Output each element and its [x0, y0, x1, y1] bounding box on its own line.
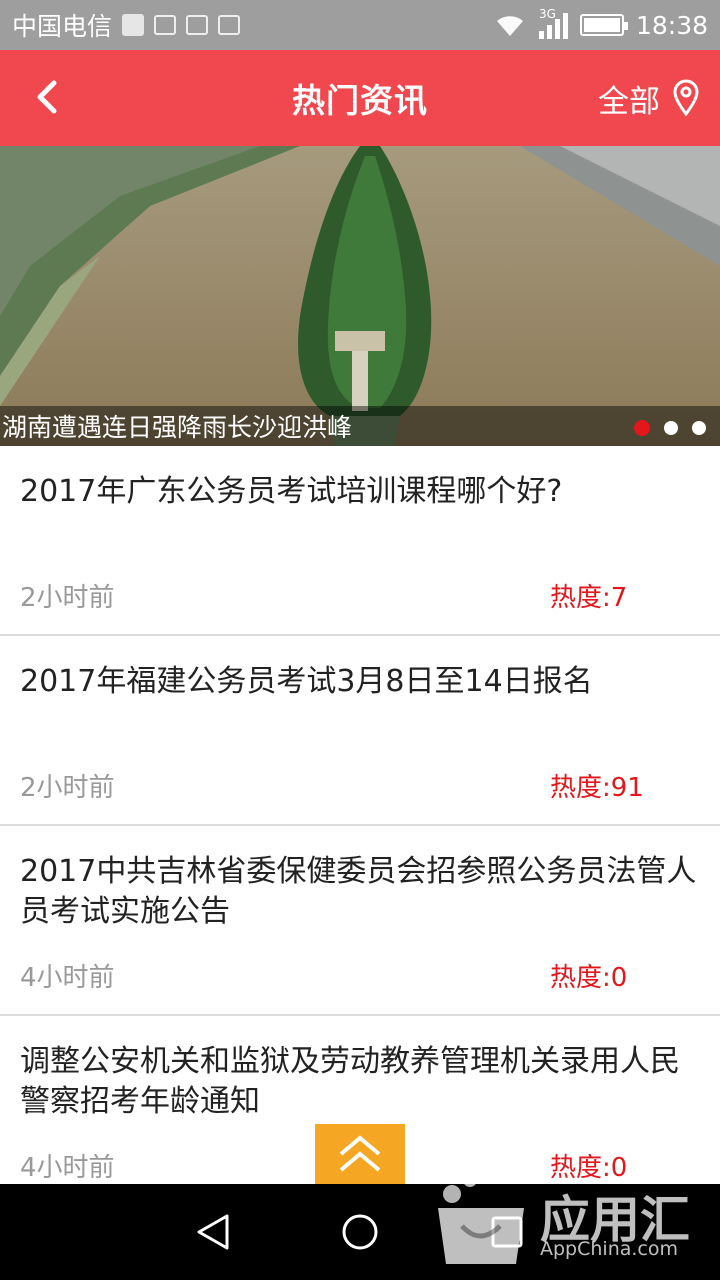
news-heat: 热度:0	[550, 1153, 628, 1183]
clock: 18:38	[635, 10, 708, 40]
news-list: 2017年广东公务员考试培训课程哪个好? 2小时前 热度:7 2017年福建公务…	[0, 446, 720, 1206]
image-notification-icon	[154, 15, 177, 35]
nav-recents-button[interactable]	[483, 1208, 531, 1256]
region-selector[interactable]: 全部	[598, 50, 700, 146]
keyboard-notification-icon	[218, 15, 241, 35]
news-heat: 热度:91	[550, 773, 644, 803]
news-title: 2017年广东公务员考试培训课程哪个好?	[20, 474, 563, 509]
scroll-top-button[interactable]	[315, 1124, 405, 1184]
message-notification-icon	[186, 15, 209, 35]
network-type: 3G	[538, 7, 556, 21]
system-nav-bar	[0, 1184, 720, 1280]
news-time: 4小时前	[20, 1153, 115, 1183]
banner-caption: 湖南遭遇连日强降雨长沙迎洪峰	[0, 406, 720, 446]
location-pin-icon	[673, 79, 699, 117]
carousel-dot[interactable]	[664, 421, 678, 435]
news-time: 4小时前	[20, 963, 115, 993]
news-time: 2小时前	[20, 773, 115, 803]
region-label: 全部	[598, 83, 660, 120]
carrier-label: 中国电信	[12, 12, 113, 41]
square-recents-icon	[491, 1216, 523, 1248]
news-title: 调整公安机关和监狱及劳动教养管理机关录用人民警察招考年龄通知	[20, 1044, 680, 1119]
sim-icon	[122, 14, 145, 36]
nav-back-button[interactable]	[189, 1208, 237, 1256]
carousel-indicator	[634, 420, 706, 436]
circle-home-icon	[342, 1214, 378, 1250]
wifi-icon	[496, 16, 523, 36]
carousel-dot[interactable]	[692, 421, 706, 435]
news-banner-carousel[interactable]: 湖南遭遇连日强降雨长沙迎洪峰	[0, 146, 720, 446]
carousel-dot-active[interactable]	[634, 420, 650, 436]
news-item[interactable]: 2017年福建公务员考试3月8日至14日报名 2小时前 热度:91	[0, 636, 720, 826]
banner-image	[0, 146, 720, 446]
news-time: 2小时前	[20, 583, 115, 613]
battery-icon	[579, 14, 628, 36]
news-title: 2017年福建公务员考试3月8日至14日报名	[20, 664, 593, 699]
status-bar: 中国电信 3G 18:38	[0, 0, 720, 50]
news-item[interactable]: 2017中共吉林省委保健委员会招参照公务员法管人员考试实施公告 4小时前 热度:…	[0, 826, 720, 1016]
triangle-back-icon	[197, 1214, 229, 1250]
nav-home-button[interactable]	[336, 1208, 384, 1256]
news-heat: 热度:0	[550, 963, 628, 993]
app-header: 热门资讯 全部	[0, 50, 720, 146]
news-item[interactable]: 2017年广东公务员考试培训课程哪个好? 2小时前 热度:7	[0, 446, 720, 636]
news-title: 2017中共吉林省委保健委员会招参照公务员法管人员考试实施公告	[20, 854, 697, 929]
signal-icon: 3G	[538, 7, 568, 39]
news-heat: 热度:7	[550, 583, 628, 613]
double-chevron-up-icon	[339, 1135, 381, 1172]
